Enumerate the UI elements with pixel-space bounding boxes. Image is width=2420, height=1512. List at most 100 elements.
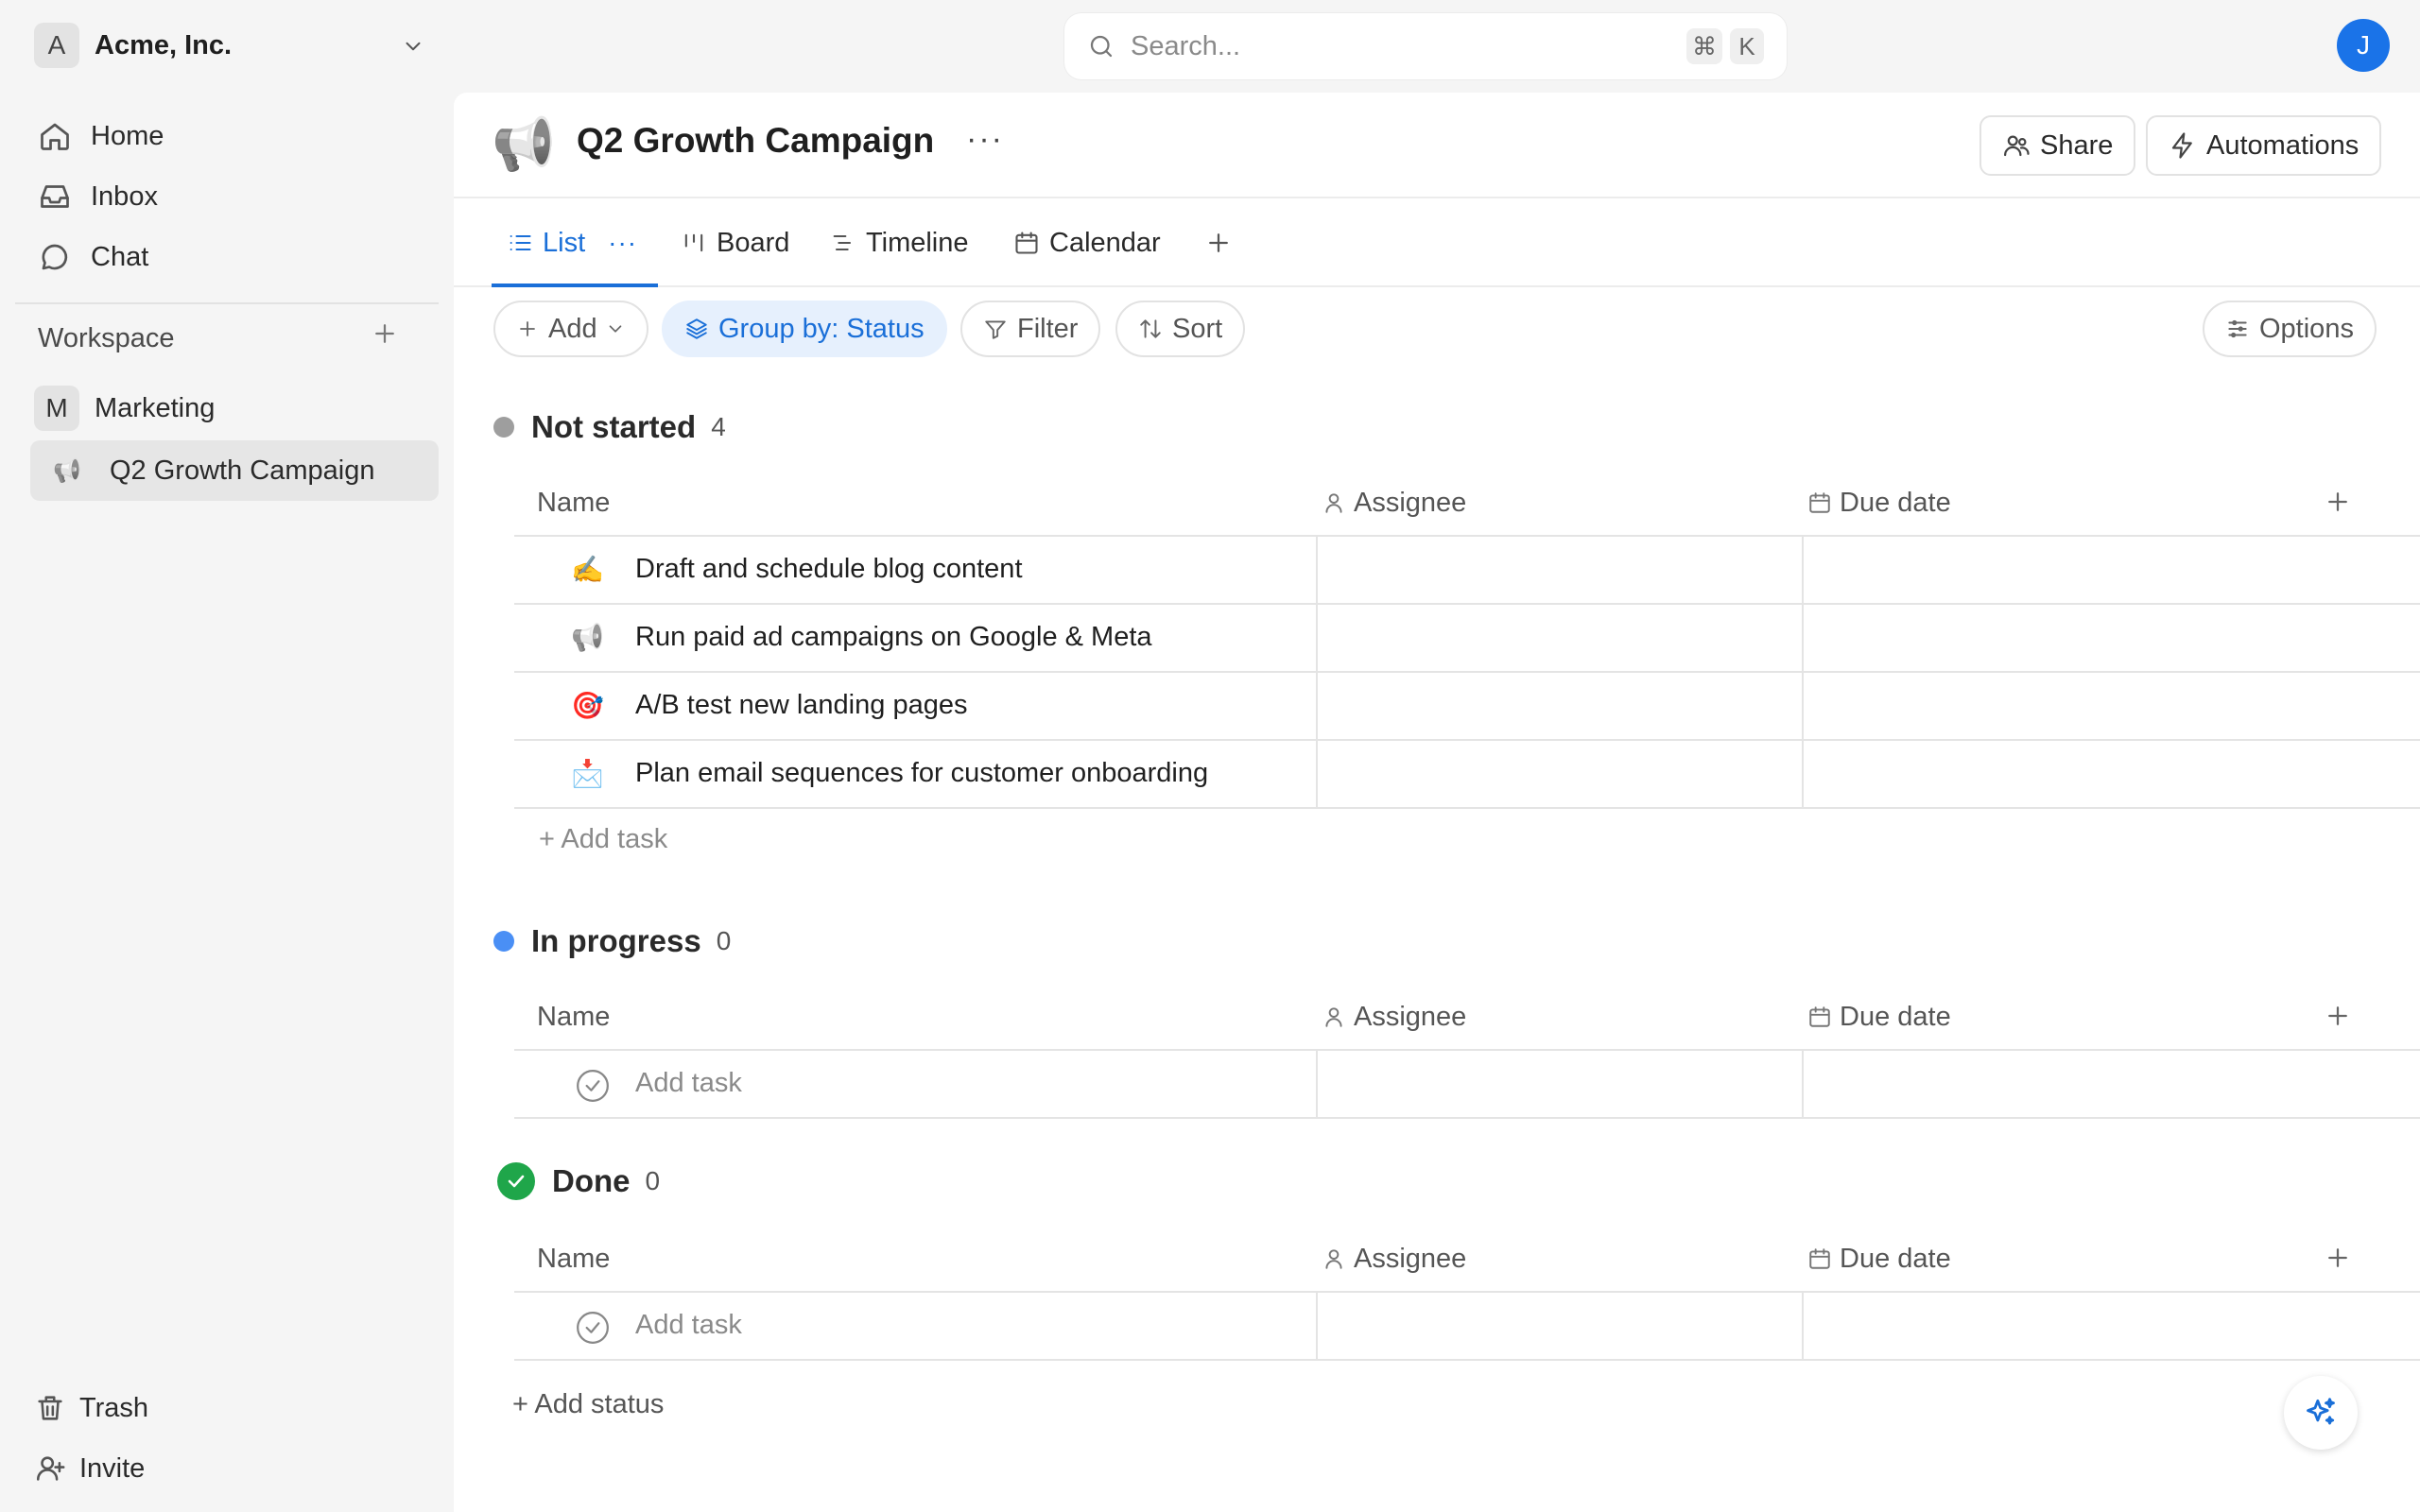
tab-timeline[interactable]: Timeline — [830, 198, 969, 287]
top-bar: A Acme, Inc. Search... ⌘ K J — [0, 0, 2420, 93]
status-name: Done — [552, 1163, 631, 1198]
sidebar-item-marketing[interactable]: M Marketing — [34, 386, 215, 431]
user-plus-icon — [34, 1452, 72, 1485]
table-row[interactable]: ✍️ Draft and schedule blog content — [514, 537, 2420, 605]
table-header: Name Assignee Due date — [514, 469, 2420, 537]
view-tabs: List ··· Board Timeline Calendar — [454, 198, 2420, 287]
sidebar-item-inbox[interactable]: Inbox — [38, 172, 435, 221]
tab-label: Board — [717, 227, 790, 258]
add-workspace-icon[interactable] — [371, 319, 399, 348]
add-column-icon[interactable] — [2324, 488, 2352, 516]
sidebar-item-home[interactable]: Home — [38, 112, 435, 161]
cell-divider — [1316, 673, 1318, 739]
plus-icon — [1204, 229, 1233, 257]
sidebar-item-label: Home — [91, 120, 164, 151]
project-name: Q2 Growth Campaign — [110, 455, 375, 486]
kbd-k: K — [1730, 28, 1764, 64]
column-name[interactable]: Name — [537, 1225, 610, 1293]
add-button[interactable]: Add — [493, 301, 648, 357]
list-icon — [507, 230, 533, 256]
cell-divider — [1802, 1051, 1804, 1117]
add-task-button[interactable]: + Add task — [539, 824, 667, 855]
chevron-down-icon — [605, 318, 626, 339]
cell-divider — [1802, 1293, 1804, 1359]
user-avatar[interactable]: J — [2337, 19, 2390, 72]
column-assignee[interactable]: Assignee — [1322, 1225, 1466, 1293]
target-icon: 🎯 — [571, 691, 604, 720]
cell-divider — [1316, 1293, 1318, 1359]
chevron-down-icon[interactable] — [401, 34, 425, 59]
task-name[interactable]: Draft and schedule blog content — [635, 554, 1023, 585]
column-label: Due date — [1840, 487, 1951, 518]
cell-divider — [1316, 1051, 1318, 1117]
add-column-icon[interactable] — [2324, 1244, 2352, 1272]
sidebar-item-chat[interactable]: Chat — [38, 232, 435, 282]
status-group-header-in-progress[interactable]: In progress 0 — [493, 920, 731, 962]
options-label: Options — [2259, 313, 2354, 344]
calendar-icon — [1013, 230, 1040, 256]
table-row[interactable]: Add task — [514, 1293, 2420, 1361]
table-row[interactable]: 📩 Plan email sequences for customer onbo… — [514, 741, 2420, 809]
tab-calendar[interactable]: Calendar — [1013, 198, 1161, 287]
column-assignee[interactable]: Assignee — [1322, 983, 1466, 1051]
add-label: Add — [548, 313, 597, 344]
task-name[interactable]: A/B test new landing pages — [635, 690, 967, 721]
options-button[interactable]: Options — [2203, 301, 2377, 357]
add-column-icon[interactable] — [2324, 1002, 2352, 1030]
add-view-button[interactable] — [1204, 198, 1242, 287]
sidebar-item-invite[interactable]: Invite — [34, 1444, 431, 1493]
add-status-button[interactable]: + Add status — [512, 1389, 664, 1420]
sidebar-item-label: Inbox — [91, 180, 158, 212]
automations-button[interactable]: Automations — [2146, 115, 2382, 176]
status-group-header-not-started[interactable]: Not started 4 — [493, 406, 726, 448]
column-due-date[interactable]: Due date — [1807, 1225, 1951, 1293]
task-name[interactable]: Plan email sequences for customer onboar… — [635, 758, 1208, 789]
tab-more-button[interactable]: ··· — [608, 228, 637, 258]
table-row[interactable]: 🎯 A/B test new landing pages — [514, 673, 2420, 741]
status-name: In progress — [531, 923, 701, 958]
tab-list[interactable]: List ··· — [507, 198, 637, 287]
page-more-button[interactable]: ··· — [966, 121, 1004, 158]
sort-icon — [1138, 317, 1163, 341]
users-icon — [2002, 131, 2031, 160]
table-row[interactable]: Add task — [514, 1051, 2420, 1119]
search-input[interactable]: Search... — [1131, 31, 1240, 62]
megaphone-icon: 📢 — [53, 457, 81, 484]
check-circle-icon[interactable] — [575, 1068, 611, 1104]
add-task-input[interactable]: Add task — [635, 1310, 742, 1341]
column-label: Assignee — [1354, 1243, 1467, 1274]
org-switcher[interactable]: A Acme, Inc. — [34, 23, 425, 68]
page-title[interactable]: Q2 Growth Campaign — [577, 121, 934, 161]
column-name[interactable]: Name — [537, 469, 610, 537]
column-assignee[interactable]: Assignee — [1322, 469, 1466, 537]
cell-divider — [1802, 741, 1804, 807]
sort-button[interactable]: Sort — [1115, 301, 1246, 357]
check-circle-icon[interactable] — [575, 1310, 611, 1346]
status-dot — [493, 931, 514, 952]
status-group-header-done[interactable]: Done 0 — [497, 1160, 660, 1202]
filter-button[interactable]: Filter — [960, 301, 1101, 357]
cell-divider — [1802, 605, 1804, 671]
share-button[interactable]: Share — [1979, 115, 2136, 176]
search-bar[interactable]: Search... ⌘ K — [1064, 13, 1787, 79]
sidebar-item-trash[interactable]: Trash — [34, 1383, 431, 1433]
tab-board[interactable]: Board — [681, 198, 789, 287]
sidebar: Home Inbox Chat Workspace M Marketing 📢 … — [0, 93, 454, 1512]
sidebar-item-label: Chat — [91, 241, 149, 272]
table-row[interactable]: 📢 Run paid ad campaigns on Google & Meta — [514, 605, 2420, 673]
group-by-button[interactable]: Group by: Status — [662, 301, 947, 357]
team-avatar: M — [34, 386, 79, 431]
megaphone-icon: 📢 — [492, 116, 556, 173]
filter-icon — [983, 317, 1008, 341]
ai-assistant-button[interactable] — [2284, 1376, 2358, 1450]
column-label: Assignee — [1354, 1001, 1467, 1032]
column-name[interactable]: Name — [537, 983, 610, 1051]
task-name[interactable]: Run paid ad campaigns on Google & Meta — [635, 622, 1152, 653]
timeline-icon — [830, 230, 856, 256]
column-due-date[interactable]: Due date — [1807, 983, 1951, 1051]
sidebar-item-q2-growth-campaign[interactable]: 📢 Q2 Growth Campaign — [30, 440, 439, 501]
column-due-date[interactable]: Due date — [1807, 469, 1951, 537]
calendar-icon — [1807, 490, 1832, 515]
add-task-input[interactable]: Add task — [635, 1068, 742, 1099]
tab-label: List — [543, 227, 586, 258]
